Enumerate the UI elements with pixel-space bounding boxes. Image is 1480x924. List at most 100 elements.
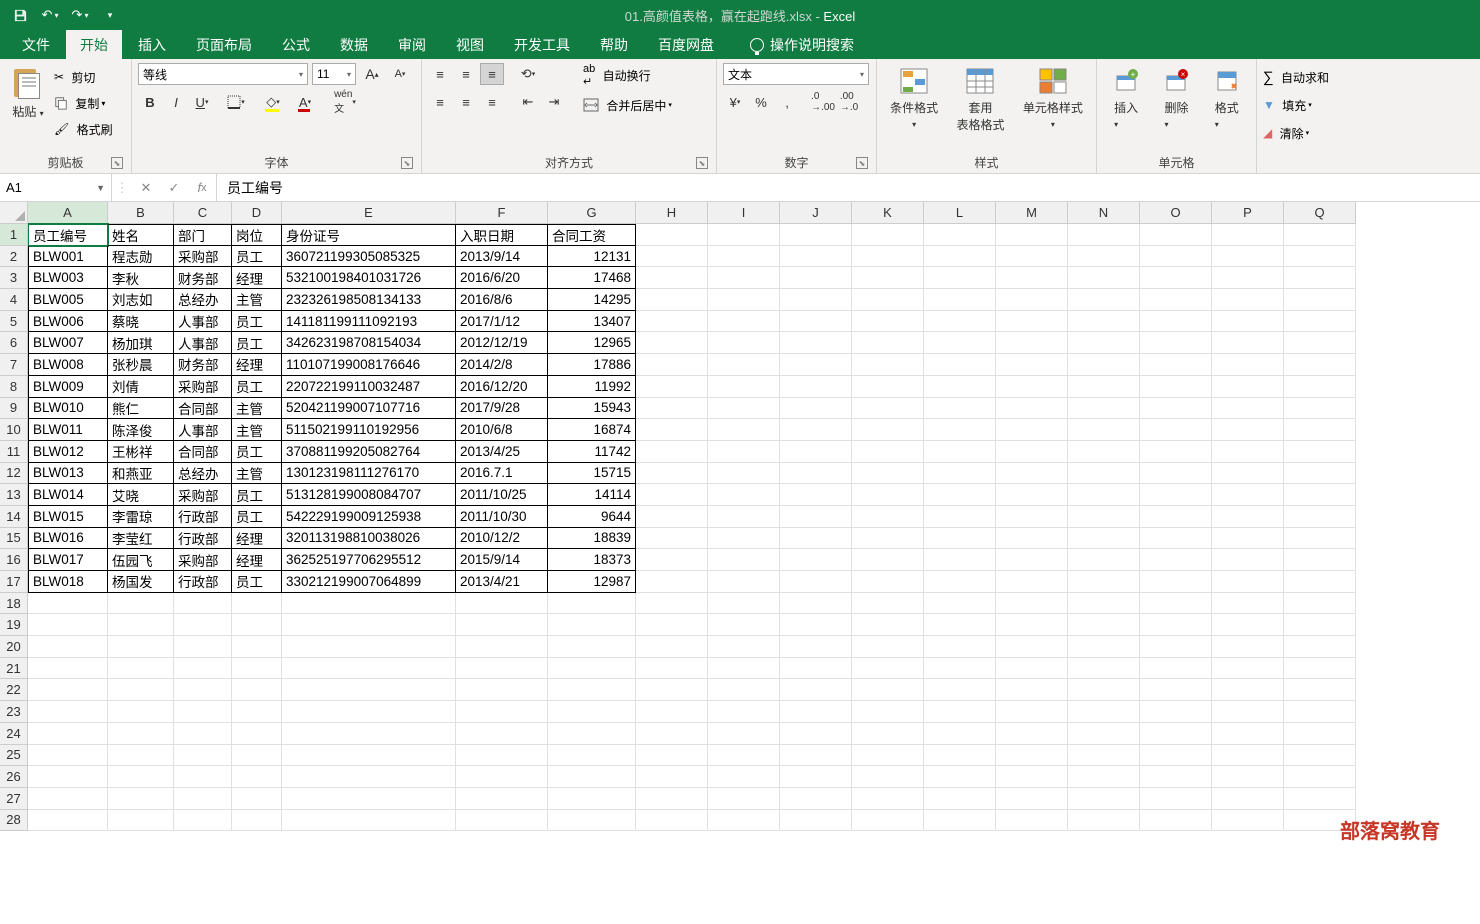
cell[interactable] [1284,636,1356,658]
cell[interactable] [924,463,996,485]
cell[interactable] [636,246,708,268]
cell[interactable] [1212,766,1284,788]
cell[interactable] [456,810,548,832]
delete-cells-button[interactable]: ×删除▾ [1154,63,1198,132]
cell[interactable] [232,636,282,658]
cell[interactable]: 艾晓 [108,484,174,506]
cell[interactable]: 2010/6/8 [456,419,548,441]
cell[interactable] [636,658,708,680]
cell[interactable] [28,766,108,788]
cell[interactable] [636,419,708,441]
cell[interactable] [1212,224,1284,246]
cell[interactable]: 员工 [232,571,282,593]
cell[interactable] [1068,484,1140,506]
tab-开发工具[interactable]: 开发工具 [500,30,584,59]
cell[interactable] [1140,810,1212,832]
cell[interactable] [708,311,780,333]
cell[interactable]: BLW010 [28,398,108,420]
cell[interactable] [924,441,996,463]
cell[interactable] [282,658,456,680]
cell[interactable] [108,593,174,615]
cell[interactable] [1284,441,1356,463]
cell[interactable] [108,810,174,832]
cell[interactable] [708,571,780,593]
cell[interactable] [28,810,108,832]
cell[interactable] [708,766,780,788]
cell[interactable] [1212,658,1284,680]
cell[interactable] [1284,289,1356,311]
cell[interactable]: 2013/4/25 [456,441,548,463]
tab-帮助[interactable]: 帮助 [586,30,642,59]
cell[interactable] [282,614,456,636]
cell[interactable]: 2013/4/21 [456,571,548,593]
cell[interactable] [174,614,232,636]
cell[interactable]: 总经办 [174,463,232,485]
row-header[interactable]: 17 [0,571,28,593]
cell[interactable] [232,810,282,832]
cell[interactable]: 员工 [232,311,282,333]
cell[interactable] [996,376,1068,398]
cell[interactable]: 杨加琪 [108,332,174,354]
font-size-combo[interactable]: 11▾ [312,63,356,85]
cell[interactable] [1284,267,1356,289]
col-header-J[interactable]: J [780,202,852,224]
cell[interactable] [780,528,852,550]
cell[interactable] [174,723,232,745]
cell[interactable] [852,506,924,528]
row-header[interactable]: 1 [0,224,28,246]
cell[interactable] [1212,311,1284,333]
row-header[interactable]: 22 [0,679,28,701]
cell[interactable] [1212,723,1284,745]
cell[interactable] [780,289,852,311]
cell[interactable] [780,810,852,832]
row-header[interactable]: 26 [0,766,28,788]
cell[interactable] [636,463,708,485]
cell[interactable] [708,484,780,506]
cell[interactable]: 2017/1/12 [456,311,548,333]
cell[interactable] [852,332,924,354]
cell[interactable] [780,224,852,246]
cell[interactable]: BLW011 [28,419,108,441]
cell[interactable] [108,636,174,658]
cell[interactable] [1140,224,1212,246]
align-left-icon[interactable]: ≡ [428,91,452,113]
tab-公式[interactable]: 公式 [268,30,324,59]
row-header[interactable]: 13 [0,484,28,506]
cell[interactable] [636,311,708,333]
cell[interactable] [924,376,996,398]
cell[interactable] [232,723,282,745]
cell[interactable]: BLW018 [28,571,108,593]
cell[interactable] [548,658,636,680]
cell[interactable] [1068,506,1140,528]
col-header-P[interactable]: P [1212,202,1284,224]
cell[interactable] [1068,549,1140,571]
cell[interactable] [924,766,996,788]
cell[interactable] [780,788,852,810]
cancel-formula-icon[interactable]: ⋮ [112,180,132,196]
cell[interactable]: 2016/6/20 [456,267,548,289]
row-header[interactable]: 2 [0,246,28,268]
cell[interactable] [708,224,780,246]
cell[interactable] [708,289,780,311]
decrease-indent-icon[interactable]: ⇤ [516,91,540,113]
cell[interactable] [1140,614,1212,636]
cell[interactable] [282,810,456,832]
cell[interactable]: 14114 [548,484,636,506]
cell[interactable]: BLW003 [28,267,108,289]
cell[interactable] [708,593,780,615]
cell[interactable] [1068,528,1140,550]
cell[interactable] [924,289,996,311]
clear-button[interactable]: ◢ 清除 ▾ [1263,121,1329,145]
cell[interactable] [108,658,174,680]
cell[interactable] [456,745,548,767]
cell[interactable] [924,484,996,506]
tab-页面布局[interactable]: 页面布局 [182,30,266,59]
cell[interactable] [996,398,1068,420]
italic-button[interactable]: I [164,91,188,113]
cell[interactable] [1068,636,1140,658]
font-name-combo[interactable]: 等线▾ [138,63,308,85]
cell[interactable] [852,571,924,593]
cell[interactable] [924,332,996,354]
cell[interactable] [232,658,282,680]
cell[interactable]: 130123198111276170 [282,463,456,485]
